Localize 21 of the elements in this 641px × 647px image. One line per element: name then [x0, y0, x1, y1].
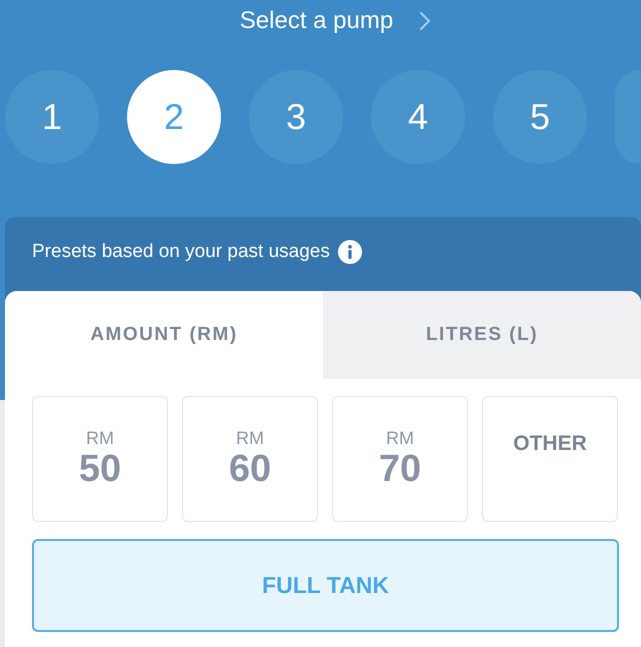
- amount-preset-button[interactable]: RM 70: [332, 396, 468, 522]
- info-icon[interactable]: [338, 240, 362, 264]
- chevron-right-icon: [419, 11, 432, 31]
- pump-number-button[interactable]: 1: [5, 70, 99, 164]
- amount-preset-button[interactable]: RM 60: [182, 396, 318, 522]
- currency-label: RM: [386, 428, 414, 448]
- amount-value: 50: [78, 448, 122, 490]
- amount-value: 70: [378, 448, 422, 490]
- amount-value: 60: [228, 448, 272, 490]
- amount-preset-button[interactable]: RM 50: [32, 396, 168, 522]
- pump-number-button[interactable]: 4: [371, 70, 465, 164]
- pump-number-button[interactable]: 5: [493, 70, 587, 164]
- other-amount-button[interactable]: OTHER: [482, 396, 618, 522]
- presets-caption: Presets based on your past usages: [32, 240, 330, 264]
- unit-tab[interactable]: LITRES (L): [323, 291, 641, 379]
- currency-label: RM: [86, 428, 114, 448]
- header-title[interactable]: Select a pump: [240, 3, 394, 39]
- pump-number-button[interactable]: 3: [249, 70, 343, 164]
- full-tank-button[interactable]: FULL TANK: [32, 539, 619, 632]
- currency-label: RM: [236, 428, 264, 448]
- pump-number-button[interactable]: 2: [127, 70, 221, 164]
